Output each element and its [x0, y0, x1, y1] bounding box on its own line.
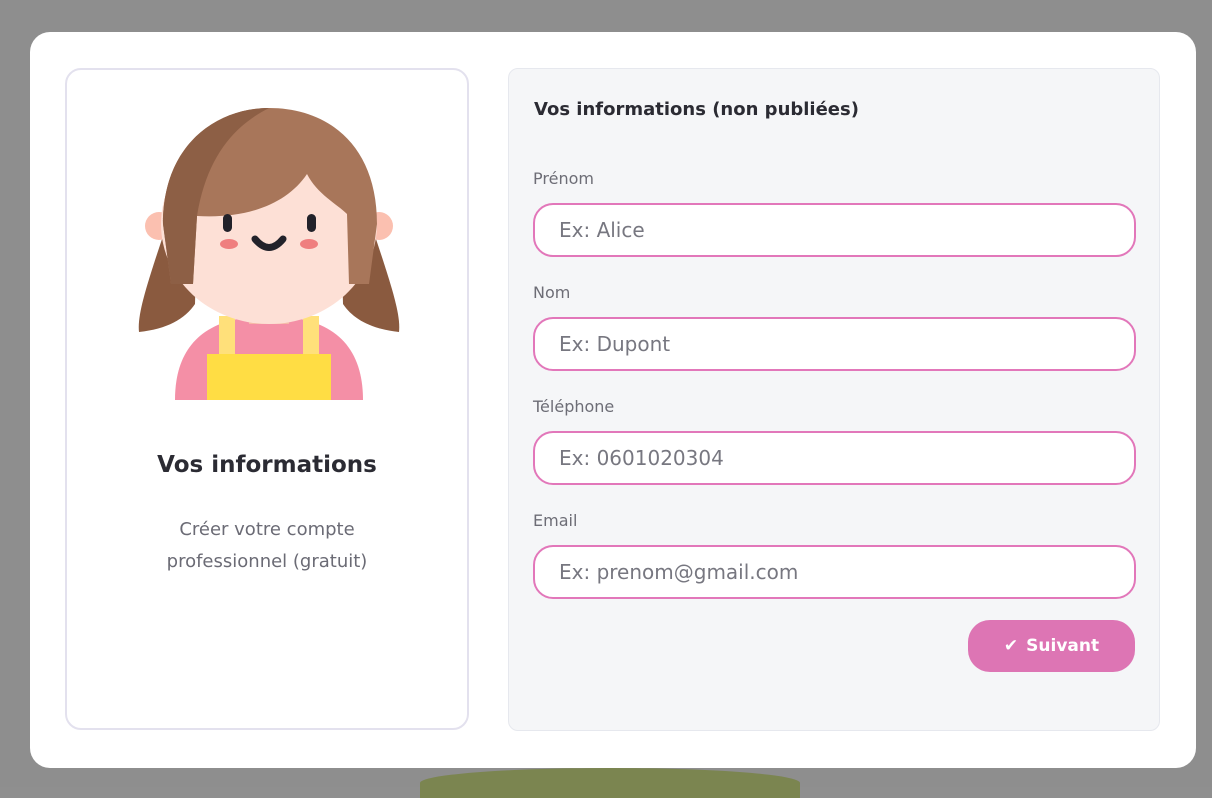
profile-subtitle: Créer votre compte professionnel (gratui… [166, 519, 368, 572]
phone-input[interactable] [533, 431, 1136, 485]
last-name-label: Nom [533, 283, 571, 302]
signup-form: Vos informations (non publiées) Prénom N… [508, 68, 1160, 731]
next-button-label: Suivant [1026, 636, 1100, 656]
first-name-input[interactable] [533, 203, 1136, 257]
profile-card: Vos informations Créer votre compte prof… [65, 68, 469, 730]
next-button[interactable]: ✔ Suivant [968, 620, 1135, 672]
email-input[interactable] [533, 545, 1136, 599]
form-title: Vos informations (non publiées) [534, 99, 859, 120]
last-name-input[interactable] [533, 317, 1136, 371]
signup-modal: Vos informations Créer votre compte prof… [30, 32, 1196, 768]
background-content [420, 768, 800, 798]
profile-title: Vos informations [157, 452, 377, 478]
phone-label: Téléphone [533, 397, 615, 416]
email-label: Email [533, 511, 578, 530]
girl-avatar-icon [138, 108, 400, 400]
check-icon: ✔ [1003, 636, 1019, 656]
first-name-label: Prénom [533, 169, 594, 188]
